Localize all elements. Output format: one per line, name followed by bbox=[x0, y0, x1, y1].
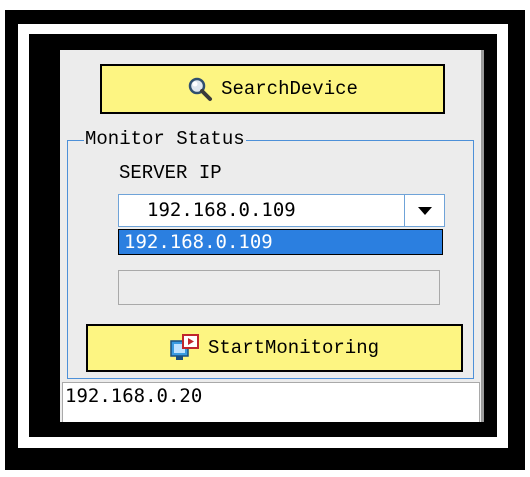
magnifier-icon bbox=[187, 76, 213, 102]
start-monitoring-label: StartMonitoring bbox=[207, 337, 380, 359]
device-list[interactable]: 192.168.0.20 bbox=[62, 382, 480, 422]
search-device-label: SearchDevice bbox=[221, 78, 358, 100]
server-ip-dropdown-list: 192.168.0.109 bbox=[118, 229, 443, 255]
monitor-status-title: Monitor Status bbox=[84, 128, 246, 150]
device-panel: SearchDevice Monitor Status SERVER IP 19… bbox=[60, 50, 484, 422]
start-monitoring-button[interactable]: StartMonitoring bbox=[86, 324, 463, 372]
list-item[interactable]: 192.168.0.20 bbox=[65, 385, 202, 407]
server-ip-combobox[interactable]: 192.168.0.109 bbox=[118, 194, 445, 227]
dropdown-arrow-button[interactable] bbox=[404, 195, 444, 226]
server-ip-value: 192.168.0.109 bbox=[147, 199, 296, 221]
status-text-field[interactable] bbox=[118, 270, 440, 305]
dropdown-option[interactable]: 192.168.0.109 bbox=[124, 231, 273, 253]
search-device-button[interactable]: SearchDevice bbox=[100, 64, 445, 114]
chevron-down-icon bbox=[417, 202, 432, 220]
monitor-play-icon bbox=[170, 334, 200, 362]
scrollbar[interactable] bbox=[481, 50, 484, 422]
server-ip-label: SERVER IP bbox=[119, 162, 222, 184]
